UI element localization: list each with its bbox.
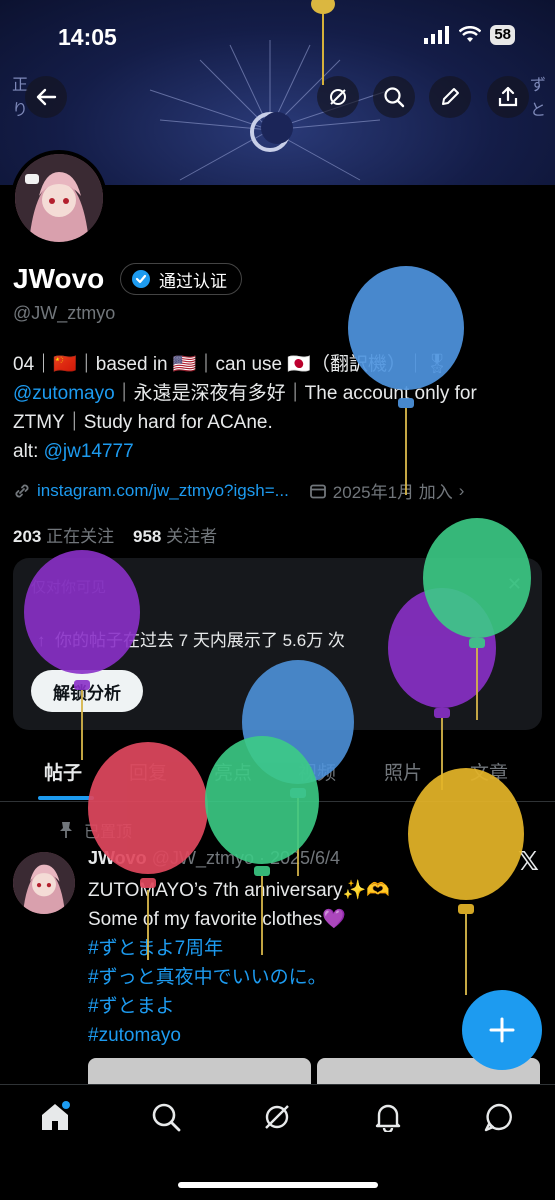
arrow-left-icon xyxy=(36,88,57,106)
bio-mention-link[interactable]: @zutomayo xyxy=(13,383,115,404)
followers-count: 958 xyxy=(133,527,162,546)
status-time: 14:05 xyxy=(58,24,117,50)
verified-badge-icon xyxy=(132,270,150,288)
battery-indicator: 58 xyxy=(490,25,515,45)
following-count: 203 xyxy=(13,527,42,546)
balloon-yellow xyxy=(408,768,524,995)
link-icon xyxy=(15,484,29,497)
tab-videos[interactable]: 视频 xyxy=(298,758,336,785)
visibility-note: 仅对你可见 xyxy=(31,579,107,596)
tab-posts[interactable]: 帖子 xyxy=(44,758,82,785)
x-logo-icon: 𝕏 xyxy=(518,846,539,876)
bio-line-3: ZTMY｜Study hard for ACAne. xyxy=(13,412,273,433)
post-line-2: Some of my favorite clothes💜 xyxy=(88,909,347,930)
profile-tabs: 帖子 回复 亮点 视频 照片 文章 xyxy=(0,748,555,802)
post-author-name[interactable]: JWovo xyxy=(88,848,147,868)
nav-search[interactable] xyxy=(148,1099,184,1135)
arrow-up-icon: ↑ xyxy=(37,631,46,650)
grok-button[interactable] xyxy=(317,76,359,118)
post-line-1: ZUTOMAYO’s 7th anniversary✨🫶 xyxy=(88,880,390,901)
pencil-icon xyxy=(442,88,459,105)
post-hashtag[interactable]: #ずとまよ xyxy=(88,992,390,1021)
post-header: JWovo @JW_ztmyo · 2025/6/4 xyxy=(88,848,340,869)
search-button[interactable] xyxy=(373,76,415,118)
followers-label: 关注者 xyxy=(166,527,218,546)
post-hashtag[interactable]: #ずっと真夜中でいいのに。 xyxy=(88,963,390,992)
profile-meta: instagram.com/jw_ztmyo?igsh=... 2025年1月 … xyxy=(13,478,464,503)
tab-photos[interactable]: 照片 xyxy=(384,758,422,785)
nav-notifications[interactable] xyxy=(370,1099,406,1135)
analytics-card: 仅对你可见 ✕ ↑ 你的帖子在过去 7 天内展示了 5.6万 次 解锁分析 xyxy=(13,558,542,730)
avatar-illustration xyxy=(13,852,75,914)
home-icon xyxy=(42,1101,70,1130)
verified-badge-button[interactable]: 通过认证 xyxy=(120,263,242,295)
post-hashtag[interactable]: #ずとまよ7周年 xyxy=(88,934,390,963)
compose-button[interactable] xyxy=(462,990,542,1070)
unlock-analytics-button[interactable]: 解锁分析 xyxy=(31,670,143,712)
impressions-text: 你的帖子在过去 7 天内展示了 5.6万 次 xyxy=(54,631,345,650)
followers-link[interactable]: 958 关注者 xyxy=(133,527,217,546)
profile-avatar[interactable] xyxy=(11,150,107,246)
verified-label: 通过认证 xyxy=(159,271,227,291)
post-text: ZUTOMAYO’s 7th anniversary✨🫶 Some of my … xyxy=(88,876,390,1050)
svg-text:と: と xyxy=(530,100,546,119)
calendar-icon xyxy=(309,484,326,498)
profile-bio: 04｜🇨🇳｜based in 🇺🇸｜can use 🇯🇵（翻訳機）｜🎖 @zut… xyxy=(13,350,548,466)
post-media[interactable] xyxy=(88,1058,540,1086)
profile-website-link[interactable]: instagram.com/jw_ztmyo?igsh=... xyxy=(37,481,289,501)
bio-alt-label: alt: xyxy=(13,441,44,462)
following-label: 正在关注 xyxy=(46,527,115,546)
search-icon xyxy=(384,87,405,108)
post-handle-date: @JW_ztmyo · 2025/6/4 xyxy=(151,848,341,868)
impressions-stat: ↑ 你的帖子在过去 7 天内展示了 5.6万 次 xyxy=(37,626,345,651)
nav-messages[interactable] xyxy=(481,1099,517,1135)
bio-line-1: 04｜🇨🇳｜based in 🇺🇸｜can use 🇯🇵（翻訳機）｜🎖 xyxy=(13,354,450,375)
grok-icon xyxy=(330,89,346,105)
profile-handle: @JW_ztmyo xyxy=(13,303,116,323)
profile-name: JWovo xyxy=(13,263,105,294)
close-icon[interactable]: ✕ xyxy=(507,574,522,595)
svg-text:ず: ず xyxy=(530,75,546,94)
post-image[interactable] xyxy=(88,1058,311,1086)
status-bar: 14:05 58 xyxy=(0,0,555,70)
nav-grok[interactable] xyxy=(259,1099,295,1135)
following-link[interactable]: 203 正在关注 xyxy=(13,527,114,546)
profile-joined: 2025年1月 加入 xyxy=(332,483,453,502)
cellular-signal-icon xyxy=(424,26,450,44)
wifi-icon xyxy=(459,26,482,42)
message-icon xyxy=(484,1103,512,1132)
tab-articles[interactable]: 文章 xyxy=(470,758,508,785)
avatar-illustration xyxy=(15,154,103,242)
pinned-indicator: 已置顶 xyxy=(58,818,132,842)
active-tab-indicator xyxy=(38,796,94,800)
bell-icon xyxy=(375,1104,401,1132)
follow-stats: 203 正在关注 958 关注者 xyxy=(13,522,217,547)
chevron-right-icon: › xyxy=(458,480,465,500)
grok-icon xyxy=(265,1105,289,1129)
share-button[interactable] xyxy=(487,76,529,118)
home-indicator xyxy=(178,1182,378,1188)
post-author-avatar[interactable] xyxy=(13,852,75,914)
pinned-label: 已置顶 xyxy=(84,824,133,841)
share-icon xyxy=(498,86,518,107)
search-icon xyxy=(152,1103,181,1132)
pin-icon xyxy=(60,822,72,838)
bio-alt-link[interactable]: @jw14777 xyxy=(44,441,134,462)
back-button[interactable] xyxy=(25,76,67,118)
edit-button[interactable] xyxy=(429,76,471,118)
bio-line-2: ｜永遠是深夜有多好｜The account only for xyxy=(114,383,477,404)
nav-home[interactable] xyxy=(37,1099,73,1135)
plus-icon xyxy=(489,1017,515,1043)
tab-highlights[interactable]: 亮点 xyxy=(214,758,252,785)
tab-replies[interactable]: 回复 xyxy=(129,758,167,785)
post-hashtag[interactable]: #zutomayo xyxy=(88,1021,390,1050)
